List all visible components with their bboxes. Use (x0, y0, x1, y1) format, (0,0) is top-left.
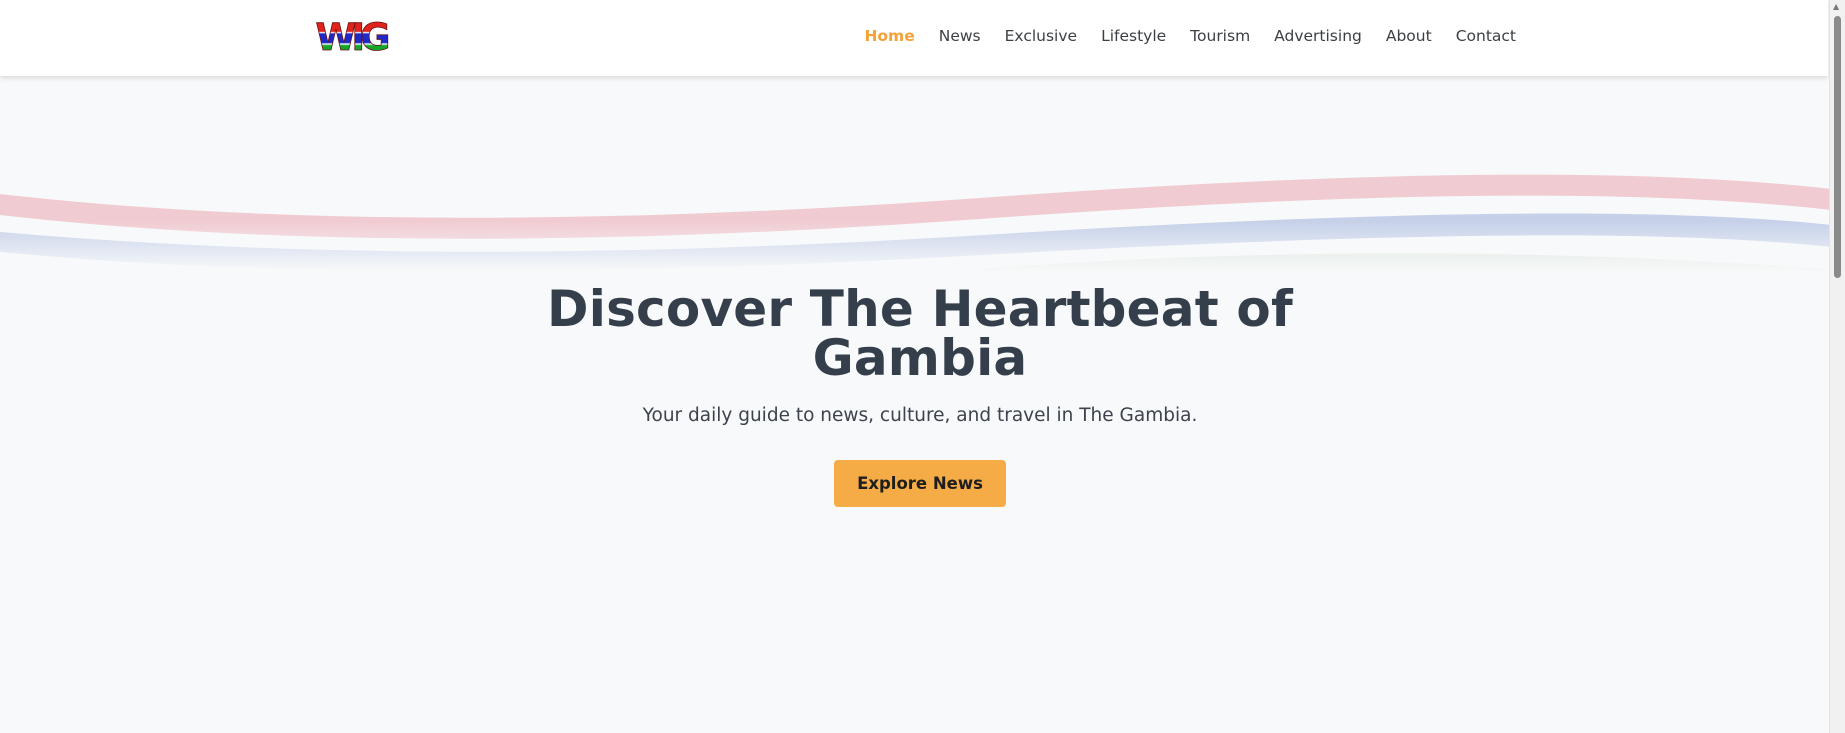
hero-title: Discover The Heartbeat of Gambia (547, 280, 1293, 387)
scroll-up-arrow-icon[interactable]: ▲ (1833, 2, 1839, 11)
vertical-scrollbar[interactable]: ▲ (1829, 0, 1845, 733)
site-header: WIG Home News Exclusive Lifestyle Touris… (0, 0, 1828, 76)
scroll-thumb[interactable] (1834, 16, 1841, 278)
nav-item-advertising[interactable]: Advertising (1262, 0, 1374, 72)
logo-text: WIG (316, 18, 389, 54)
nav-item-lifestyle[interactable]: Lifestyle (1089, 0, 1178, 72)
site-logo[interactable]: WIG (308, 18, 393, 54)
nav-item-contact[interactable]: Contact (1444, 0, 1528, 72)
nav-item-about[interactable]: About (1374, 0, 1444, 72)
nav-item-news[interactable]: News (927, 0, 993, 72)
flag-waves-decoration (0, 160, 1840, 272)
nav-item-exclusive[interactable]: Exclusive (993, 0, 1089, 72)
nav-item-tourism[interactable]: Tourism (1178, 0, 1262, 72)
main-nav: Home News Exclusive Lifestyle Tourism Ad… (852, 0, 1528, 72)
page: WIG Home News Exclusive Lifestyle Touris… (0, 0, 1845, 733)
hero-section: Discover The Heartbeat of Gambia Your da… (0, 280, 1840, 507)
hero-subtitle: Your daily guide to news, culture, and t… (642, 405, 1198, 426)
explore-news-button[interactable]: Explore News (834, 460, 1006, 507)
nav-item-home[interactable]: Home (852, 0, 926, 72)
